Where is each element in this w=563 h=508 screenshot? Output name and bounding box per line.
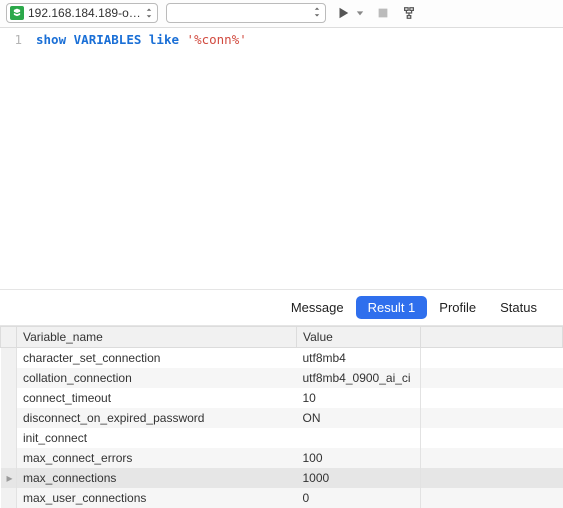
table-row[interactable]: init_connect bbox=[1, 428, 563, 448]
tab-message[interactable]: Message bbox=[279, 296, 356, 319]
cell-spacer bbox=[421, 388, 563, 408]
schema-dropdown[interactable] bbox=[166, 3, 326, 23]
cell-spacer bbox=[421, 468, 563, 488]
row-handle[interactable] bbox=[1, 448, 17, 468]
row-handle[interactable] bbox=[1, 408, 17, 428]
run-menu-button[interactable] bbox=[354, 3, 366, 23]
table-row[interactable]: max_connect_errors100 bbox=[1, 448, 563, 468]
cell-value[interactable]: ON bbox=[297, 408, 421, 428]
cell-value[interactable]: 1000 bbox=[297, 468, 421, 488]
row-handle[interactable] bbox=[1, 488, 17, 508]
cell-value[interactable]: 10 bbox=[297, 388, 421, 408]
connection-dropdown[interactable]: 192.168.184.189-o… bbox=[6, 3, 158, 23]
table-row[interactable]: disconnect_on_expired_passwordON bbox=[1, 408, 563, 428]
string-literal: '%conn%' bbox=[187, 32, 247, 47]
row-handle[interactable] bbox=[1, 388, 17, 408]
cell-value[interactable]: 0 bbox=[297, 488, 421, 508]
cell-value[interactable]: utf8mb4_0900_ai_ci bbox=[297, 368, 421, 388]
cell-variable-name[interactable]: connect_timeout bbox=[17, 388, 297, 408]
cell-spacer bbox=[421, 448, 563, 468]
col-variable-name[interactable]: Variable_name bbox=[17, 327, 297, 348]
table-row[interactable]: connect_timeout10 bbox=[1, 388, 563, 408]
cell-value[interactable]: utf8mb4 bbox=[297, 348, 421, 369]
tab-profile[interactable]: Profile bbox=[427, 296, 488, 319]
cell-spacer bbox=[421, 348, 563, 369]
col-spacer bbox=[421, 327, 563, 348]
result-grid[interactable]: Variable_name Value character_set_connec… bbox=[0, 326, 563, 508]
header-row: Variable_name Value bbox=[1, 327, 563, 348]
cell-variable-name[interactable]: disconnect_on_expired_password bbox=[17, 408, 297, 428]
cell-value[interactable] bbox=[297, 428, 421, 448]
code-line[interactable]: show VARIABLES like '%conn%' bbox=[30, 28, 253, 289]
cell-variable-name[interactable]: character_set_connection bbox=[17, 348, 297, 369]
row-handle[interactable] bbox=[1, 428, 17, 448]
kw: like bbox=[149, 32, 179, 47]
col-value[interactable]: Value bbox=[297, 327, 421, 348]
row-handle[interactable] bbox=[1, 368, 17, 388]
explain-button[interactable] bbox=[400, 3, 418, 23]
cell-spacer bbox=[421, 408, 563, 428]
sql-editor[interactable]: 1 show VARIABLES like '%conn%' bbox=[0, 28, 563, 289]
row-handle[interactable] bbox=[1, 348, 17, 369]
tab-status[interactable]: Status bbox=[488, 296, 549, 319]
table-row[interactable]: collation_connectionutf8mb4_0900_ai_ci bbox=[1, 368, 563, 388]
corner bbox=[1, 327, 17, 348]
cell-variable-name[interactable]: max_connections bbox=[17, 468, 297, 488]
run-button[interactable] bbox=[334, 3, 352, 23]
cell-variable-name[interactable]: max_connect_errors bbox=[17, 448, 297, 468]
cell-spacer bbox=[421, 368, 563, 388]
result-tabs: Message Result 1 Profile Status bbox=[0, 289, 563, 326]
toolbar: 192.168.184.189-o… bbox=[0, 0, 563, 28]
cell-spacer bbox=[421, 428, 563, 448]
table-row[interactable]: max_user_connections0 bbox=[1, 488, 563, 508]
gutter: 1 bbox=[0, 28, 30, 289]
cell-variable-name[interactable]: collation_connection bbox=[17, 368, 297, 388]
cell-value[interactable]: 100 bbox=[297, 448, 421, 468]
database-icon bbox=[10, 6, 24, 20]
kw: show bbox=[36, 32, 66, 47]
cell-variable-name[interactable]: init_connect bbox=[17, 428, 297, 448]
cell-variable-name[interactable]: max_user_connections bbox=[17, 488, 297, 508]
tab-result-1[interactable]: Result 1 bbox=[356, 296, 428, 319]
cell-spacer bbox=[421, 488, 563, 508]
line-number: 1 bbox=[0, 32, 22, 47]
row-handle[interactable]: ▸ bbox=[1, 468, 17, 488]
table-row[interactable]: character_set_connectionutf8mb4 bbox=[1, 348, 563, 369]
stop-button[interactable] bbox=[374, 3, 392, 23]
chevron-updown-icon bbox=[313, 6, 321, 21]
table-row[interactable]: ▸max_connections1000 bbox=[1, 468, 563, 488]
kw: VARIABLES bbox=[74, 32, 142, 47]
connection-label: 192.168.184.189-o… bbox=[28, 6, 141, 20]
chevron-updown-icon bbox=[145, 7, 153, 19]
